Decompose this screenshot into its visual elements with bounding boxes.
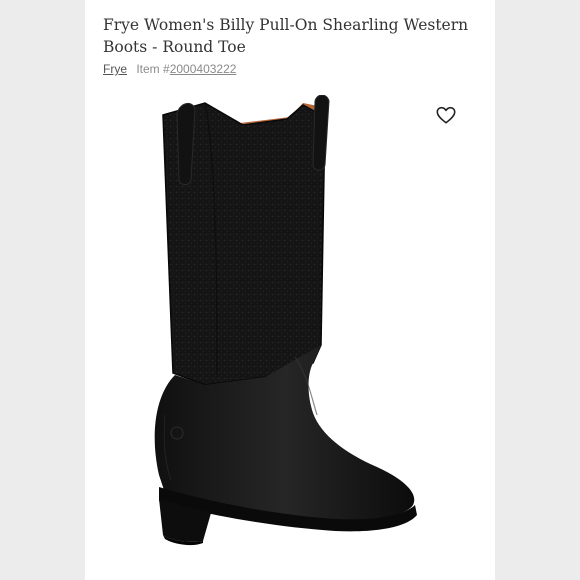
product-title: Frye Women's Billy Pull-On Shearling Wes… [103, 16, 469, 56]
item-number-label: Item # [136, 62, 170, 76]
brand-link[interactable]: Frye [103, 62, 127, 76]
product-image [154, 95, 417, 546]
item-number-link[interactable]: 2000403222 [170, 62, 237, 76]
product-meta: Frye Item #2000403222 [103, 62, 236, 76]
product-page: Frye Women's Billy Pull-On Shearling Wes… [85, 0, 495, 580]
screenshot-frame: Frye Women's Billy Pull-On Shearling Wes… [0, 0, 580, 580]
